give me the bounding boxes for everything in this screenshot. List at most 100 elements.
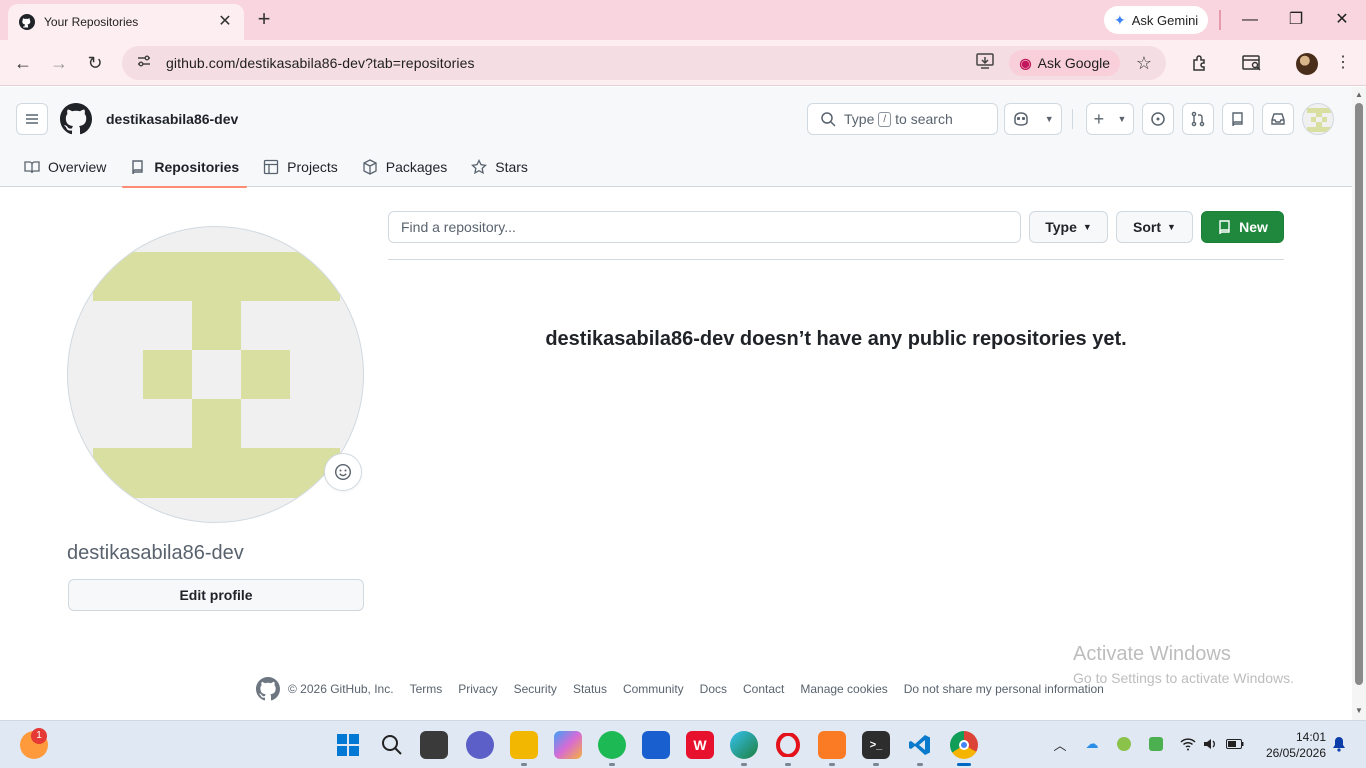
reload-icon[interactable]: ↻: [82, 50, 108, 76]
site-info-icon[interactable]: [134, 53, 154, 73]
new-repository-label: New: [1239, 219, 1268, 235]
battery-icon[interactable]: [1226, 735, 1244, 753]
copilot-app-icon[interactable]: [554, 731, 582, 759]
copilot-icon: [1012, 111, 1030, 127]
browser-menu-icon[interactable]: ⋮: [1334, 52, 1352, 74]
github-footer-logo-icon[interactable]: [256, 677, 280, 701]
tab-projects[interactable]: Projects: [255, 147, 346, 187]
smiley-icon: [334, 463, 352, 481]
terminal-icon[interactable]: >_: [862, 731, 890, 759]
scroll-up-icon[interactable]: ▲: [1355, 91, 1363, 99]
hamburger-menu-icon[interactable]: [16, 103, 48, 135]
footer-link-manage-cookies[interactable]: Manage cookies: [800, 682, 887, 696]
footer-link-terms[interactable]: Terms: [410, 682, 443, 696]
extensions-icon[interactable]: [1188, 51, 1212, 75]
spotify-icon[interactable]: [598, 731, 626, 759]
global-search-input[interactable]: Type / to search: [807, 103, 998, 135]
browser-tab[interactable]: Your Repositories ✕: [8, 4, 244, 40]
browser-tabstrip: Your Repositories ✕ + ✦ Ask Gemini — ❐ ✕: [0, 0, 1366, 40]
footer-link-security[interactable]: Security: [514, 682, 557, 696]
security-shield-icon[interactable]: [1147, 735, 1165, 753]
microsoft-store-icon[interactable]: [642, 731, 670, 759]
repo-icon: [1230, 111, 1246, 127]
chevron-up-icon[interactable]: ︿: [1051, 735, 1069, 753]
wps-office-icon[interactable]: W: [686, 731, 714, 759]
tab-overview[interactable]: Overview: [16, 147, 114, 187]
address-bar[interactable]: github.com/destikasabila86-dev?tab=repos…: [122, 46, 1166, 80]
footer-link-contact[interactable]: Contact: [743, 682, 784, 696]
page-scrollbar[interactable]: ▲ ▼: [1352, 87, 1366, 720]
package-icon: [363, 159, 377, 175]
tab-search-icon[interactable]: [1240, 51, 1264, 75]
copilot-button[interactable]: ▼: [1004, 103, 1062, 135]
chrome-icon[interactable]: [950, 731, 978, 759]
plus-icon: +: [1093, 108, 1105, 129]
notification-bell-icon[interactable]: [1330, 735, 1348, 753]
vscode-icon[interactable]: [906, 731, 934, 759]
teams-chat-icon[interactable]: [466, 731, 494, 759]
tab-packages[interactable]: Packages: [354, 147, 455, 187]
ask-gemini-button[interactable]: ✦ Ask Gemini: [1104, 6, 1209, 34]
new-tab-button[interactable]: +: [252, 8, 276, 32]
edit-profile-button[interactable]: Edit profile: [68, 579, 364, 611]
ask-google-button[interactable]: ◉ Ask Google: [1009, 50, 1120, 76]
footer-link-community[interactable]: Community: [623, 682, 684, 696]
tab-repositories[interactable]: Repositories: [122, 147, 247, 188]
volume-icon[interactable]: [1201, 735, 1219, 753]
header-username[interactable]: destikasabila86-dev: [106, 111, 238, 127]
tab-stars[interactable]: Stars: [463, 147, 536, 187]
find-repository-input[interactable]: Find a repository...: [388, 211, 1021, 243]
restore-icon[interactable]: ❐: [1284, 8, 1308, 32]
new-repository-button[interactable]: New: [1201, 211, 1284, 243]
footer-link-privacy[interactable]: Privacy: [458, 682, 497, 696]
set-status-button[interactable]: [324, 453, 362, 491]
table-icon: [264, 159, 279, 175]
github-logo-icon[interactable]: [60, 103, 92, 135]
repositories-button[interactable]: [1222, 103, 1254, 135]
scroll-thumb[interactable]: [1355, 103, 1363, 685]
onedrive-icon[interactable]: ☁: [1083, 735, 1101, 753]
empty-repositories-message: destikasabila86-dev doesn’t have any pub…: [545, 328, 1127, 350]
tab-projects-label: Projects: [287, 159, 338, 175]
profile-tabs: Overview Repositories Projects Packages …: [16, 147, 544, 188]
footer-link-docs[interactable]: Docs: [700, 682, 727, 696]
back-icon[interactable]: ←: [10, 50, 36, 76]
browser-profile-avatar[interactable]: [1296, 53, 1318, 75]
scroll-down-icon[interactable]: ▼: [1355, 707, 1363, 715]
minimize-icon[interactable]: —: [1238, 8, 1262, 32]
footer-link-status[interactable]: Status: [573, 682, 607, 696]
search-shortcut-key: /: [878, 111, 892, 127]
xampp-icon[interactable]: [818, 731, 846, 759]
find-repository-placeholder: Find a repository...: [401, 219, 516, 235]
taskbar-indicator: [917, 763, 923, 766]
star-icon: [471, 159, 488, 175]
edge-icon[interactable]: [730, 731, 758, 759]
taskbar-indicator: [873, 763, 879, 766]
task-view-icon[interactable]: [420, 731, 448, 759]
inbox-icon: [1270, 111, 1286, 127]
type-filter-button[interactable]: Type ▼: [1029, 211, 1108, 243]
close-window-icon[interactable]: ✕: [1330, 8, 1354, 32]
wifi-icon[interactable]: [1179, 735, 1197, 753]
tray-app-icon[interactable]: [1115, 735, 1133, 753]
user-avatar[interactable]: [1302, 103, 1334, 135]
install-app-icon[interactable]: [975, 51, 999, 75]
inbox-button[interactable]: [1262, 103, 1294, 135]
close-tab-icon[interactable]: ✕: [216, 13, 234, 31]
search-icon[interactable]: [378, 731, 406, 759]
pull-request-icon: [1190, 111, 1206, 127]
create-new-button[interactable]: + ▼: [1086, 103, 1134, 135]
caret-down-icon: ▼: [1167, 222, 1176, 232]
sort-button[interactable]: Sort ▼: [1116, 211, 1193, 243]
file-explorer-icon[interactable]: [510, 731, 538, 759]
taskbar-clock[interactable]: 14:01 26/05/2026: [1258, 729, 1326, 761]
pull-requests-button[interactable]: [1182, 103, 1214, 135]
bookmark-star-icon[interactable]: ☆: [1132, 51, 1156, 75]
opera-icon[interactable]: [774, 731, 802, 759]
forward-icon[interactable]: →: [46, 50, 72, 76]
issues-button[interactable]: [1142, 103, 1174, 135]
windows-taskbar: 1 W >_ ︿ ☁ 14:01 26/05/2026: [0, 720, 1366, 768]
windows-start-icon[interactable]: [334, 731, 362, 759]
profile-identicon-avatar[interactable]: [67, 226, 364, 523]
taskbar-indicator-active: [957, 763, 971, 766]
